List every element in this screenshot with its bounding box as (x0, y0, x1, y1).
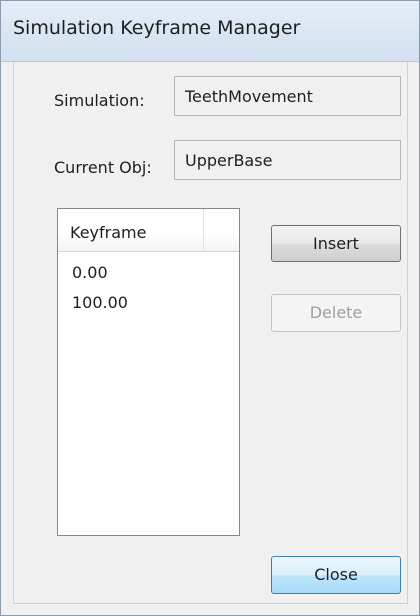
simulation-label: Simulation: (54, 91, 145, 110)
keyframe-column-header[interactable]: Keyframe (58, 209, 204, 251)
keyframe-column-label: Keyframe (70, 223, 147, 242)
current-obj-label: Current Obj: (54, 158, 152, 177)
keyframe-manager-window: Simulation Keyframe Manager Simulation: … (0, 0, 420, 616)
title-bar[interactable]: Simulation Keyframe Manager (1, 1, 419, 62)
delete-button[interactable]: Delete (271, 294, 401, 332)
keyframe-list[interactable]: Keyframe 0.00 100.00 (57, 208, 240, 536)
close-button-label: Close (314, 565, 358, 584)
delete-button-label: Delete (309, 303, 363, 322)
keyframe-list-item[interactable]: 100.00 (72, 293, 128, 312)
window-title: Simulation Keyframe Manager (13, 17, 301, 39)
simulation-field: TeethMovement (174, 76, 401, 116)
keyframe-list-header: Keyframe (58, 209, 239, 252)
insert-button[interactable]: Insert (271, 225, 401, 262)
close-button[interactable]: Close (271, 556, 401, 594)
current-obj-field: UpperBase (174, 140, 401, 180)
keyframe-list-item[interactable]: 0.00 (72, 263, 108, 282)
insert-button-label: Insert (313, 234, 359, 253)
